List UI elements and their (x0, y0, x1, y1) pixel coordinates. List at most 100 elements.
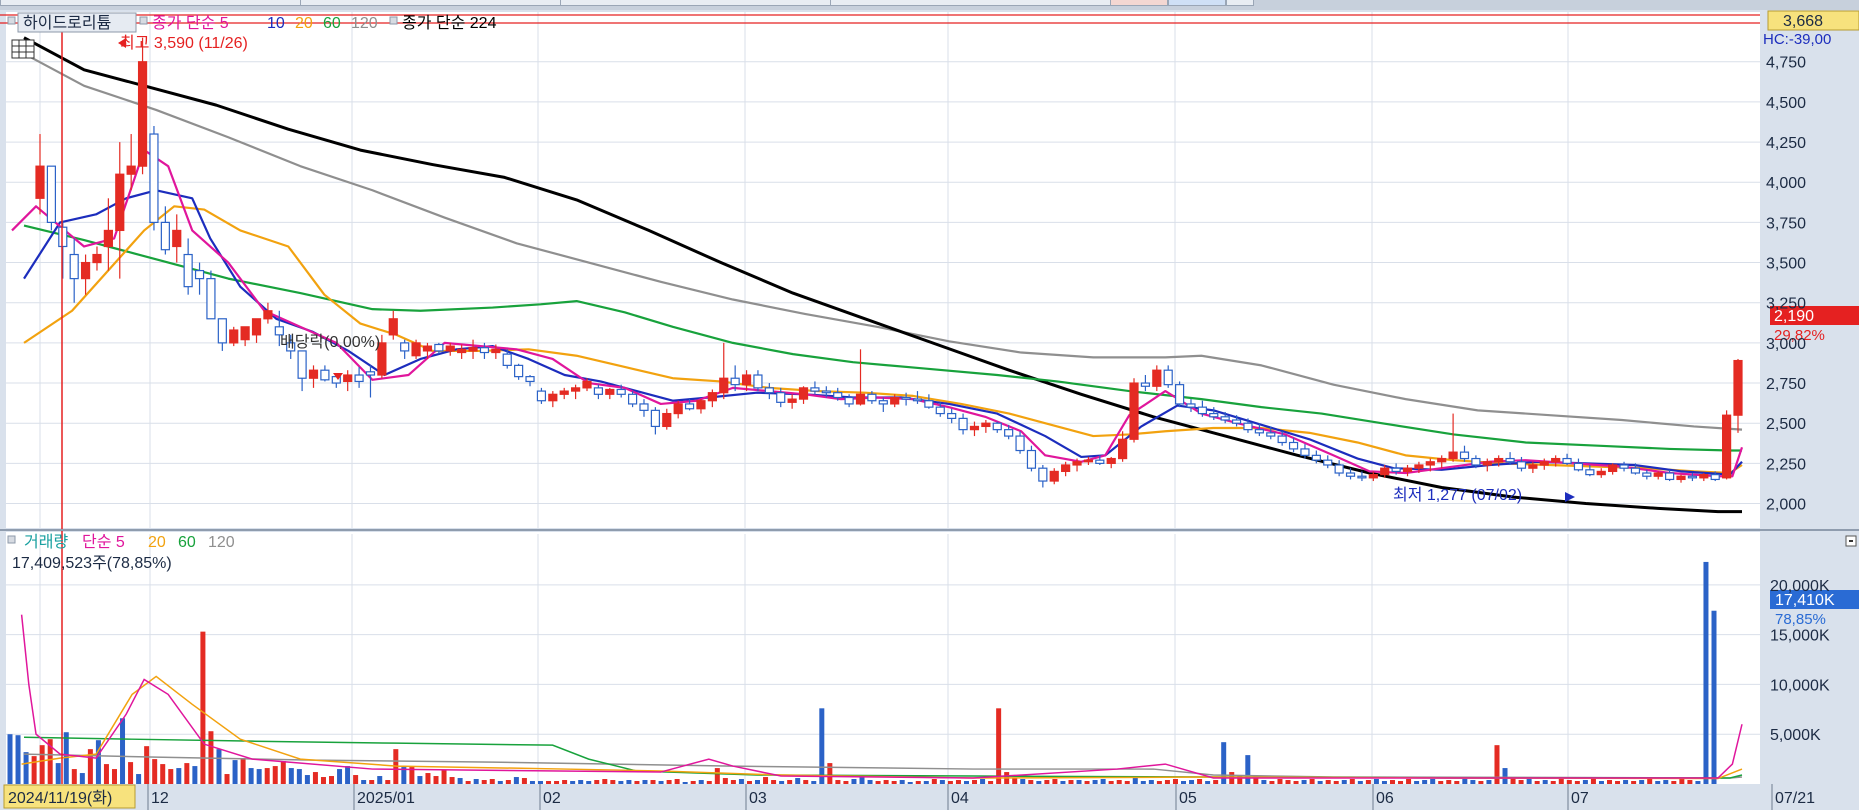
volume-bar (1430, 779, 1436, 784)
panel-options-icon-mark (1849, 540, 1853, 542)
x-tick-label: 03 (749, 790, 767, 807)
volume-bar (1687, 780, 1693, 784)
volume-bar (168, 769, 174, 784)
candle-body (1106, 457, 1116, 464)
candle-body (80, 261, 91, 280)
candle-body (1596, 470, 1606, 476)
volume-bar (835, 780, 841, 784)
volume-legend-label: 60 (178, 534, 196, 551)
candle-body (1676, 475, 1686, 481)
candle-body (1311, 454, 1321, 461)
volume-bar (1558, 779, 1564, 784)
candle-body (297, 350, 307, 379)
volume-bar (1381, 781, 1387, 784)
volume-bar (1639, 780, 1645, 784)
volume-bar (1518, 780, 1524, 784)
legend-toggle-icon (389, 16, 398, 25)
volume-bar (152, 759, 158, 784)
candle-body (69, 253, 79, 280)
volume-bar (996, 708, 1002, 784)
volume-bar (811, 781, 817, 784)
volume-bar (361, 780, 367, 784)
volume-bar (160, 764, 166, 784)
volume-bar (176, 768, 182, 784)
volume-bar (1574, 781, 1580, 784)
volume-bar (1623, 780, 1629, 784)
volume-bar (634, 781, 640, 784)
candle-body (1277, 435, 1287, 444)
volume-bar (1132, 778, 1138, 784)
volume-bar (1446, 780, 1452, 784)
candle-body (1197, 406, 1207, 415)
volume-bar (1398, 781, 1404, 784)
candle-body (251, 318, 262, 336)
candle-body (137, 61, 148, 167)
volume-bar (433, 776, 439, 784)
volume-legend-label: 20 (148, 534, 166, 551)
candle-body (1186, 403, 1196, 408)
stock-chart[interactable]: 최고 3,590 (11/26) 최저 1,277 (07/02) 배당락(0,00… (0, 0, 1859, 810)
volume-bar (337, 769, 343, 784)
volume-bar (819, 708, 825, 784)
candle-body (1414, 464, 1424, 469)
candle-body (1471, 457, 1481, 466)
y-tick-label: 4,000 (1766, 175, 1806, 192)
volume-bar (513, 777, 519, 784)
legend-toggle-icon (7, 535, 16, 544)
candle-body (160, 221, 170, 251)
volume-bar (329, 776, 335, 784)
volume-bar (1205, 781, 1211, 784)
volume-bar (224, 774, 230, 784)
candle-body (1049, 470, 1059, 482)
volume-bar (1406, 779, 1412, 784)
candle-body (981, 422, 991, 428)
volume-bar (465, 781, 471, 784)
candle-body (593, 387, 604, 395)
candle-body (1687, 475, 1698, 479)
candle-body (183, 253, 193, 288)
candle-body (491, 348, 501, 354)
volume-bar (1333, 781, 1339, 784)
volume-bar (1028, 780, 1034, 784)
candle-body (764, 387, 774, 394)
volume-bar (1197, 779, 1203, 784)
volume-bar (1213, 780, 1219, 784)
volume-bar (489, 779, 495, 784)
volume-bar (248, 768, 254, 784)
x-tick-label: 02 (543, 790, 561, 807)
volume-bar (1172, 779, 1178, 784)
volume-bar (1655, 781, 1661, 784)
volume-bar (1663, 780, 1669, 784)
candle-body (1118, 438, 1128, 460)
candle-body (1357, 475, 1367, 479)
volume-bar (642, 780, 648, 784)
volume-y-tick-label: 5,000K (1770, 727, 1821, 744)
candle-body (650, 409, 660, 428)
volume-bar (111, 769, 117, 784)
legend-label-ma: 60 (323, 15, 341, 32)
volume-bar (288, 768, 294, 784)
candle-body (1699, 474, 1709, 479)
candle-body (935, 406, 945, 415)
candle-body (833, 392, 843, 399)
volume-bar (272, 766, 278, 784)
volume-bar (1036, 781, 1042, 784)
volume-bar (441, 770, 447, 784)
y-tick-label: 3,000 (1766, 336, 1806, 353)
volume-bar (296, 769, 302, 784)
volume-bar (1365, 780, 1371, 784)
candle-body (1380, 467, 1390, 476)
candle-body (867, 393, 877, 402)
y-tick-label: 2,500 (1766, 416, 1806, 433)
candle-body (1619, 464, 1629, 469)
dividend-annotation: 배당락(0,00%) (280, 333, 380, 351)
candle-body (514, 364, 524, 378)
candle-body (1061, 464, 1071, 473)
candle-body (1437, 457, 1447, 463)
volume-bar (353, 775, 359, 784)
volume-bar (1076, 780, 1082, 784)
candle-body (1391, 467, 1401, 473)
candle-body (365, 371, 376, 376)
candle-body (1231, 419, 1242, 424)
volume-bar (1261, 780, 1267, 784)
